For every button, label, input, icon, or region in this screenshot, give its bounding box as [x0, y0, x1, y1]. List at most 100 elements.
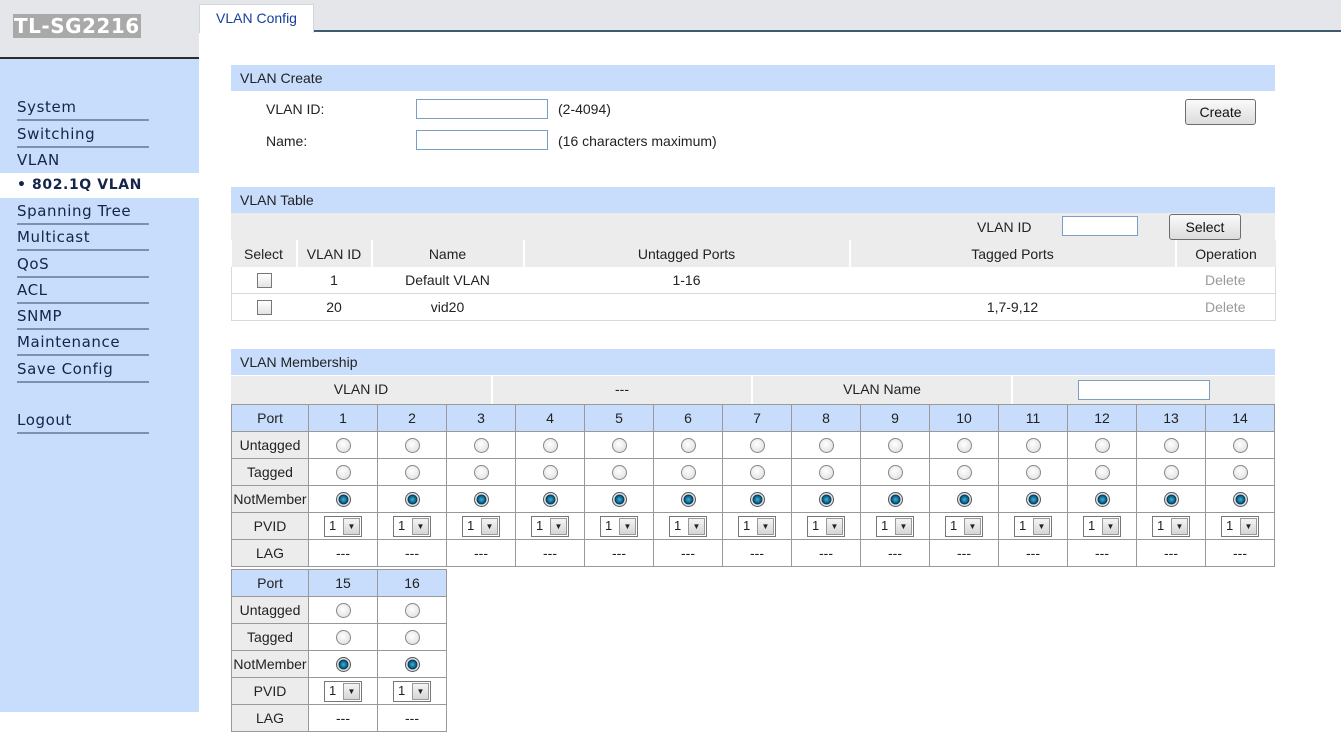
- sidebar-item-802-1q-vlan[interactable]: • 802.1Q VLAN: [0, 173, 199, 198]
- tagged-radio[interactable]: [404, 465, 420, 481]
- sidebar-item-switching[interactable]: Switching: [17, 125, 149, 148]
- untagged-radio[interactable]: [1163, 438, 1179, 454]
- untagged-radio[interactable]: [335, 603, 351, 619]
- sidebar-item-logout[interactable]: Logout: [17, 411, 149, 434]
- row-untagged: [523, 293, 850, 321]
- notmember-radio[interactable]: [1025, 492, 1041, 508]
- sidebar-item-spanning-tree[interactable]: Spanning Tree: [17, 202, 149, 225]
- tagged-radio[interactable]: [335, 630, 351, 646]
- untagged-radio[interactable]: [887, 438, 903, 454]
- tagged-radio[interactable]: [1232, 465, 1248, 481]
- sidebar-item-system[interactable]: System: [17, 98, 149, 121]
- vlan-id-label: VLAN ID:: [266, 101, 325, 117]
- untagged-radio[interactable]: [1232, 438, 1248, 454]
- pvid-select[interactable]: 1 ▼: [945, 515, 983, 537]
- lag-value: ---: [377, 704, 447, 732]
- tagged-radio[interactable]: [818, 465, 834, 481]
- chevron-down-icon: ▼: [412, 517, 429, 535]
- pvid-select[interactable]: 1 ▼: [807, 515, 845, 537]
- pvid-select[interactable]: 1 ▼: [462, 515, 500, 537]
- tagged-radio[interactable]: [335, 465, 351, 481]
- vlan-search-input[interactable]: [1062, 216, 1138, 236]
- port-number: 9: [860, 404, 930, 432]
- row-checkbox[interactable]: [256, 273, 272, 289]
- notmember-radio[interactable]: [1163, 492, 1179, 508]
- pvid-select[interactable]: 1 ▼: [324, 515, 362, 537]
- sidebar-item-qos[interactable]: QoS: [17, 255, 149, 278]
- pvid-select[interactable]: 1 ▼: [876, 515, 914, 537]
- notmember-radio[interactable]: [887, 492, 903, 508]
- notmember-radio[interactable]: [335, 657, 351, 673]
- notmember-radio[interactable]: [1232, 492, 1248, 508]
- tagged-radio[interactable]: [749, 465, 765, 481]
- tagged-radio[interactable]: [887, 465, 903, 481]
- notmember-radio[interactable]: [1094, 492, 1110, 508]
- select-button[interactable]: Select: [1169, 214, 1241, 240]
- tagged-radio[interactable]: [1163, 465, 1179, 481]
- vlan-id-input[interactable]: [416, 99, 548, 119]
- create-button[interactable]: Create: [1185, 99, 1256, 125]
- tagged-radio[interactable]: [542, 465, 558, 481]
- untagged-radio[interactable]: [335, 438, 351, 454]
- notmember-radio[interactable]: [473, 492, 489, 508]
- membership-vlan-name-input[interactable]: [1078, 380, 1210, 400]
- untagged-radio[interactable]: [473, 438, 489, 454]
- untagged-radio[interactable]: [749, 438, 765, 454]
- sidebar-item-vlan[interactable]: VLAN: [17, 151, 149, 172]
- tagged-radio[interactable]: [1094, 465, 1110, 481]
- sidebar-item-save-config[interactable]: Save Config: [17, 360, 149, 383]
- col-vlan-id: VLAN ID: [296, 240, 373, 267]
- notmember-radio[interactable]: [611, 492, 627, 508]
- delete-link[interactable]: Delete: [1175, 267, 1276, 294]
- row-checkbox[interactable]: [256, 300, 272, 316]
- notmember-radio[interactable]: [749, 492, 765, 508]
- pvid-select[interactable]: 1 ▼: [393, 680, 431, 702]
- pvid-select[interactable]: 1 ▼: [531, 515, 569, 537]
- tab-vlan-config[interactable]: VLAN Config: [199, 4, 314, 33]
- sidebar-item-multicast[interactable]: Multicast: [17, 228, 149, 251]
- sidebar-item-maintenance[interactable]: Maintenance: [17, 333, 149, 356]
- port-number: 10: [929, 404, 999, 432]
- pvid-value: 1: [329, 517, 337, 533]
- notmember-radio[interactable]: [542, 492, 558, 508]
- sidebar-item-snmp[interactable]: SNMP: [17, 307, 149, 330]
- tagged-radio[interactable]: [680, 465, 696, 481]
- pvid-select[interactable]: 1 ▼: [393, 515, 431, 537]
- untagged-radio[interactable]: [404, 603, 420, 619]
- notmember-radio[interactable]: [956, 492, 972, 508]
- pvid-select[interactable]: 1 ▼: [669, 515, 707, 537]
- untagged-radio[interactable]: [611, 438, 627, 454]
- untagged-radio[interactable]: [818, 438, 834, 454]
- untagged-radio[interactable]: [680, 438, 696, 454]
- untagged-radio[interactable]: [1025, 438, 1041, 454]
- chevron-down-icon: ▼: [1171, 517, 1188, 535]
- pvid-select[interactable]: 1 ▼: [600, 515, 638, 537]
- tagged-radio[interactable]: [1025, 465, 1041, 481]
- pvid-select[interactable]: 1 ▼: [1221, 515, 1259, 537]
- membership-table-ports-1-14: Port 1 2 3 4 5 6 7 8 9 10 11 12 13 14 Untagged Tagged Not…: [231, 404, 1275, 567]
- lag-value: ---: [1067, 539, 1137, 567]
- pvid-select[interactable]: 1 ▼: [1152, 515, 1190, 537]
- delete-link[interactable]: Delete: [1175, 293, 1276, 321]
- notmember-radio[interactable]: [404, 492, 420, 508]
- vlan-name-input[interactable]: [416, 130, 548, 150]
- notmember-radio[interactable]: [818, 492, 834, 508]
- pvid-select[interactable]: 1 ▼: [1014, 515, 1052, 537]
- pvid-select[interactable]: 1 ▼: [324, 680, 362, 702]
- untagged-radio[interactable]: [956, 438, 972, 454]
- tagged-radio[interactable]: [473, 465, 489, 481]
- pvid-select[interactable]: 1 ▼: [1083, 515, 1121, 537]
- sidebar-item-acl[interactable]: ACL: [17, 281, 149, 304]
- col-select: Select: [231, 240, 298, 267]
- pvid-select[interactable]: 1 ▼: [738, 515, 776, 537]
- tagged-radio[interactable]: [611, 465, 627, 481]
- untagged-radio[interactable]: [542, 438, 558, 454]
- tagged-radio[interactable]: [956, 465, 972, 481]
- row-name: vid20: [371, 293, 524, 321]
- notmember-radio[interactable]: [680, 492, 696, 508]
- untagged-radio[interactable]: [1094, 438, 1110, 454]
- tagged-radio[interactable]: [404, 630, 420, 646]
- notmember-radio[interactable]: [335, 492, 351, 508]
- notmember-radio[interactable]: [404, 657, 420, 673]
- untagged-radio[interactable]: [404, 438, 420, 454]
